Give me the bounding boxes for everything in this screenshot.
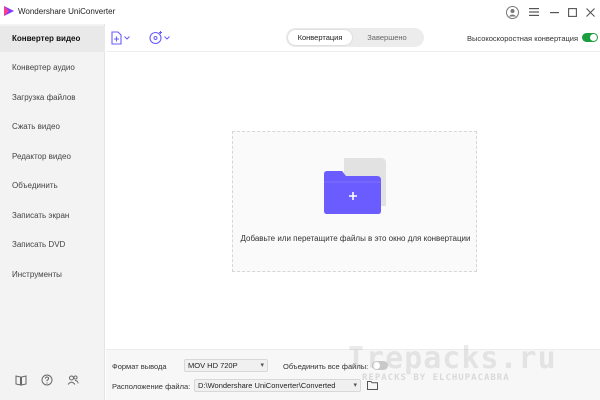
folder-add-icon	[324, 158, 386, 214]
chevron-down-icon	[164, 36, 170, 40]
menu-icon[interactable]	[527, 5, 541, 19]
add-dvd-button[interactable]	[149, 30, 170, 46]
tab-finished[interactable]: Завершено	[354, 30, 420, 45]
sidebar: Конвертер видео Конвертер аудио Загрузка…	[0, 24, 105, 400]
watermark: Irepacks.ru	[347, 341, 557, 376]
chevron-down-icon: ▾	[260, 362, 264, 369]
drop-zone[interactable]: Добавьте или перетащите файлы в это окно…	[232, 131, 477, 272]
high-speed-label: Высокоскоростная конвертация	[467, 34, 579, 43]
sidebar-item-compressor[interactable]: Сжать видео	[0, 114, 105, 140]
title-bar: Wondershare UniConverter	[0, 0, 600, 24]
book-icon[interactable]	[15, 374, 27, 386]
sidebar-item-screen-recorder[interactable]: Записать экран	[0, 203, 105, 229]
sidebar-item-dvd-burner[interactable]: Записать DVD	[0, 232, 105, 258]
maximize-icon[interactable]	[565, 5, 579, 19]
sidebar-item-downloader[interactable]: Загрузка файлов	[0, 85, 105, 111]
close-icon[interactable]	[583, 5, 597, 19]
app-title: Wondershare UniConverter	[18, 7, 116, 16]
sidebar-item-video-converter[interactable]: Конвертер видео	[0, 26, 105, 52]
file-location-select[interactable]: D:\Wondershare UniConverter\Converted ▾	[194, 379, 361, 392]
sidebar-item-merger[interactable]: Объединить	[0, 173, 105, 199]
tab-converting[interactable]: Конвертация	[288, 30, 352, 45]
app-logo-icon	[4, 6, 14, 16]
watermark-subtext: REPACKS BY ELCHUPACABRA	[362, 373, 510, 383]
file-location-label: Расположение файла:	[112, 382, 191, 391]
high-speed-toggle[interactable]	[582, 33, 598, 42]
help-icon[interactable]	[41, 374, 53, 386]
users-icon[interactable]	[67, 374, 79, 386]
output-format-value: MOV HD 720P	[188, 361, 238, 370]
account-icon[interactable]	[505, 5, 519, 19]
minimize-icon[interactable]	[547, 5, 561, 19]
output-format-select[interactable]: MOV HD 720P ▾	[184, 359, 268, 372]
add-files-button[interactable]	[111, 30, 130, 46]
sidebar-item-toolbox[interactable]: Инструменты	[0, 262, 105, 288]
add-file-icon	[111, 31, 122, 45]
output-format-label: Формат вывода	[112, 362, 167, 371]
status-tabs: Конвертация Завершено	[286, 28, 424, 47]
disc-add-icon	[149, 31, 162, 45]
chevron-down-icon	[124, 36, 130, 40]
chevron-down-icon: ▾	[353, 382, 357, 389]
toolbar: Конвертация Завершено Высокоскоростная к…	[106, 24, 600, 52]
sidebar-item-editor[interactable]: Редактор видео	[0, 144, 105, 170]
sidebar-item-audio-converter[interactable]: Конвертер аудио	[0, 55, 105, 81]
file-location-value: D:\Wondershare UniConverter\Converted	[198, 381, 336, 390]
drop-hint-text: Добавьте или перетащите файлы в это окно…	[240, 234, 471, 243]
